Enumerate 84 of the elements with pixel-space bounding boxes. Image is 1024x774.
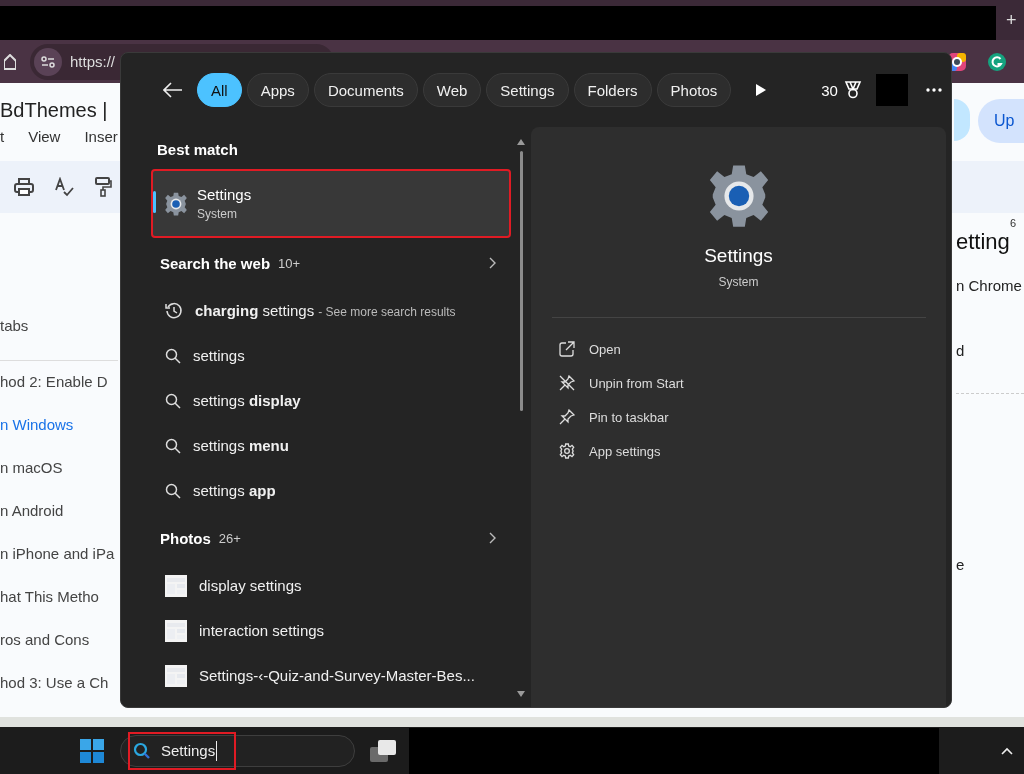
filter-chip[interactable]: Photos (656, 73, 732, 107)
windows-logo-icon[interactable] (80, 738, 104, 763)
action-item[interactable]: Pin to taskbar (559, 400, 946, 434)
outline-item[interactable]: n macOS (0, 459, 63, 477)
action-item[interactable]: Open (559, 332, 946, 366)
medal-icon[interactable] (843, 81, 862, 99)
menu-item[interactable]: View (28, 128, 61, 146)
horizontal-scrollbar[interactable] (0, 717, 1024, 728)
external-link-icon (559, 341, 575, 357)
chevron-up-icon[interactable] (1001, 746, 1013, 755)
result-title: Settings (197, 186, 252, 203)
outline-item[interactable]: hod 2: Enable D (0, 373, 108, 391)
filter-chip[interactable]: Web (422, 73, 482, 107)
section-heading: Search the web (160, 254, 271, 272)
scroll-up-icon[interactable] (517, 139, 525, 145)
pin-icon (559, 409, 575, 425)
result-count: 10+ (278, 255, 301, 271)
web-result[interactable]: settings app (151, 468, 511, 513)
app-title: Settings (704, 245, 773, 267)
outline-item[interactable]: ros and Cons (0, 631, 90, 649)
action-item[interactable]: App settings (559, 434, 946, 468)
search-icon (165, 347, 181, 364)
task-view-icon[interactable] (369, 738, 397, 763)
outline-item[interactable]: n iPhone and iPa (0, 545, 115, 563)
gear-icon (163, 190, 189, 217)
outline-item[interactable]: hat This Metho (0, 588, 99, 606)
menu-item[interactable]: Inser (84, 128, 118, 146)
body-text: e (956, 556, 966, 574)
filter-chip[interactable]: All (197, 73, 242, 107)
photo-result[interactable]: display settings (151, 563, 511, 608)
web-result[interactable]: charging settings - See more search results (151, 288, 511, 333)
spellcheck-icon[interactable] (54, 177, 74, 198)
outline-item[interactable]: tabs (0, 317, 29, 335)
redacted-area (875, 74, 908, 106)
search-icon (165, 482, 181, 499)
web-result[interactable]: settings menu (151, 423, 511, 468)
points-count: 30 (821, 81, 838, 99)
web-result[interactable]: settings display (151, 378, 511, 423)
search-text: Settings (161, 742, 216, 760)
outline-item[interactable]: n Windows (0, 416, 74, 434)
settings-icon (559, 443, 575, 459)
best-match-item[interactable]: Settings System (151, 169, 511, 238)
unpin-icon (559, 375, 575, 391)
filter-chip[interactable]: Apps (246, 73, 309, 107)
filter-chip[interactable]: Settings (486, 73, 569, 107)
menu-item[interactable]: t (0, 128, 5, 146)
new-tab-button[interactable]: + (1006, 9, 1017, 31)
search-icon (133, 741, 151, 760)
result-count: 26+ (218, 530, 241, 546)
body-text: n Chrome (956, 277, 1023, 295)
section-heading: Best match (157, 141, 238, 158)
chevron-right-icon[interactable] (489, 532, 497, 544)
body-text: d (956, 342, 966, 360)
filter-chip[interactable]: Documents (313, 73, 418, 107)
filter-chip[interactable]: Folders (573, 73, 652, 107)
scroll-down-icon[interactable] (517, 691, 525, 697)
address-text: https:// (70, 53, 116, 71)
photo-result[interactable]: Settings-‹-Quiz-and-Survey-Master-Bes... (151, 653, 511, 698)
action-item[interactable]: Unpin from Start (559, 366, 946, 400)
result-subtitle: System (197, 207, 238, 221)
history-icon (165, 301, 183, 320)
more-icon[interactable] (925, 88, 942, 92)
back-arrow-icon[interactable] (163, 82, 183, 98)
document-heading: etting (956, 229, 1011, 256)
print-icon[interactable] (14, 178, 34, 197)
play-icon[interactable] (755, 83, 768, 97)
document-title: BdThemes | (0, 99, 109, 123)
ruler-mark: 6 (1009, 217, 1016, 230)
site-settings-icon[interactable] (34, 47, 62, 76)
update-button[interactable]: Up (978, 99, 1024, 144)
home-icon[interactable] (4, 53, 16, 70)
outline-item[interactable]: hod 3: Use a Ch (0, 674, 109, 692)
search-icon (165, 437, 181, 454)
app-subtitle: System (718, 275, 759, 289)
outline-item[interactable]: n Android (0, 502, 64, 520)
taskbar-search-field[interactable]: Settings (120, 734, 355, 767)
paint-roller-icon[interactable] (94, 177, 112, 198)
section-heading: Photos (160, 529, 211, 547)
photo-result[interactable]: interaction settings (151, 608, 511, 653)
search-icon (165, 392, 181, 409)
web-result[interactable]: settings (151, 333, 511, 378)
grammar-extension-icon[interactable] (988, 52, 1006, 71)
scrollbar-thumb[interactable] (519, 151, 523, 411)
chevron-right-icon[interactable] (489, 257, 497, 269)
